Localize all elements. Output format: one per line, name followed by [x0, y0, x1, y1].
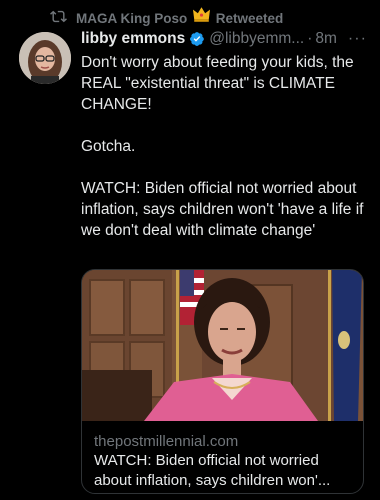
retweeter-name[interactable]: MAGA King Poso: [76, 11, 187, 26]
card-meta: thepostmillennial.com WATCH: Biden offic…: [82, 421, 363, 491]
separator-dot: ·: [307, 30, 313, 47]
author-avatar[interactable]: [19, 32, 71, 84]
card-domain: thepostmillennial.com: [94, 433, 239, 450]
author-name[interactable]: libby emmons: [81, 30, 185, 48]
card-thumbnail[interactable]: [82, 270, 363, 421]
retweeted-label: Retweeted: [215, 11, 284, 26]
verified-badge-icon: [190, 32, 205, 46]
card-title: WATCH: Biden official not worried about …: [94, 452, 331, 489]
tweet-text: Don't worry about feeding your kids, the…: [81, 52, 373, 241]
tweet-paragraph: Don't worry about feeding your kids, the…: [81, 54, 354, 113]
retweet-icon: [50, 10, 67, 22]
more-icon[interactable]: ···: [348, 30, 367, 48]
author-handle[interactable]: @libbyemm...: [209, 30, 304, 48]
tweet-content[interactable]: libby emmons @libbyemm... · 8m ··· Don't…: [81, 28, 373, 241]
tweet-timestamp[interactable]: 8m: [315, 30, 337, 48]
tweet-header: libby emmons @libbyemm... · 8m ···: [81, 28, 373, 50]
retweet-context[interactable]: MAGA King Poso Retweeted: [50, 6, 283, 26]
tweet-paragraph[interactable]: WATCH: Biden official not worried about …: [81, 178, 373, 241]
link-preview-card[interactable]: thepostmillennial.com WATCH: Biden offic…: [81, 269, 364, 494]
crown-emoji-icon: [193, 7, 211, 22]
tweet-paragraph: Gotcha.: [81, 138, 136, 155]
